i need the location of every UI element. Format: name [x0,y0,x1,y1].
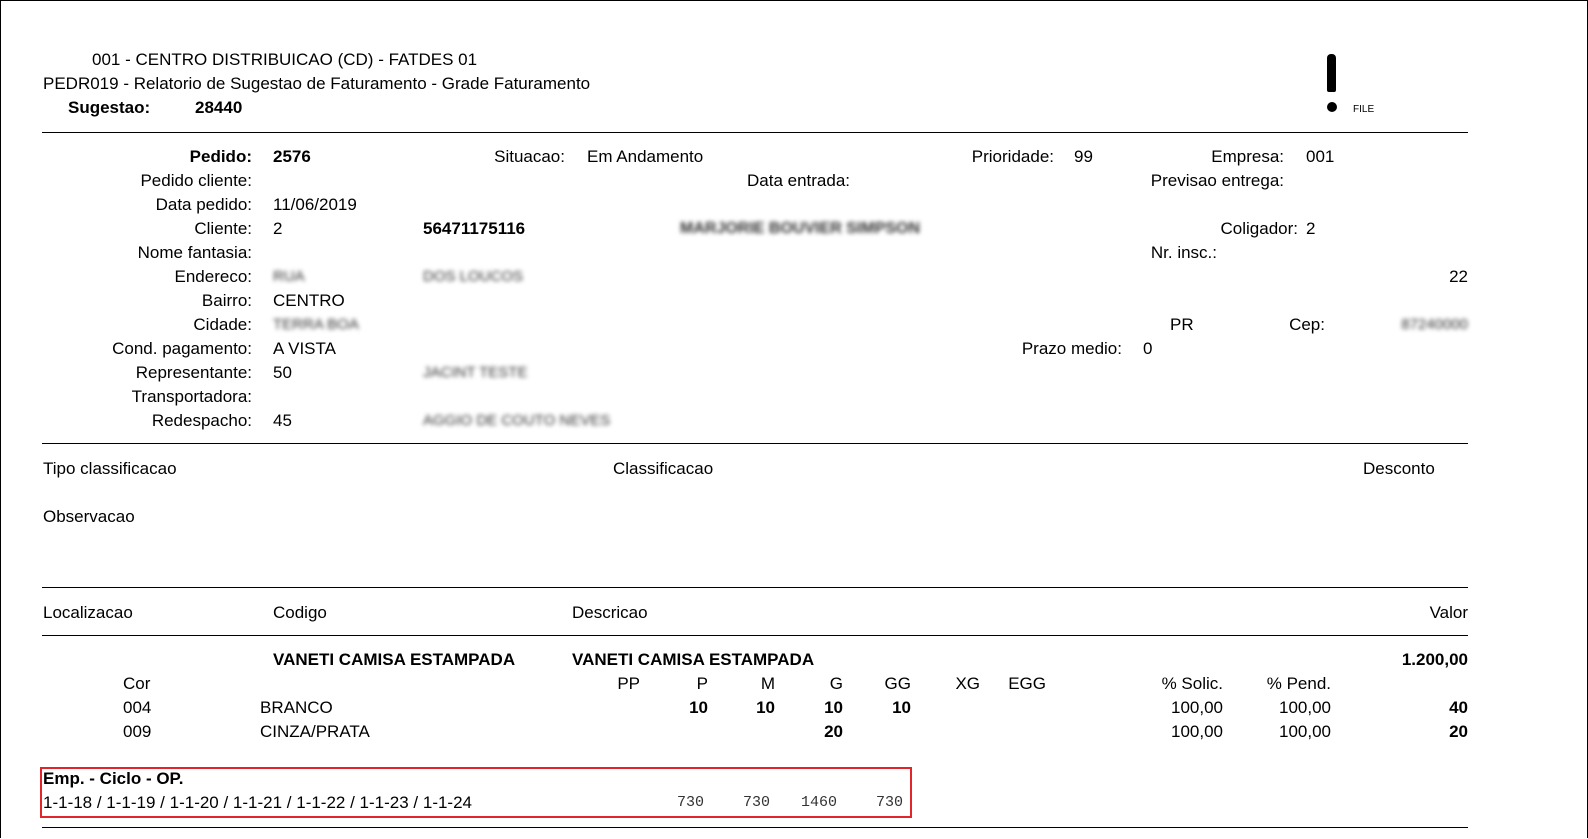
row-total: 40 [1449,698,1468,717]
divider [42,587,1468,588]
pedido-value: 2576 [273,147,311,166]
pend-header: % Pend. [1266,674,1331,693]
bairro-value: CENTRO [273,291,345,310]
size-qty: 10 [892,698,911,717]
report-title: PEDR019 - Relatorio de Sugestao de Fatur… [43,74,591,93]
pedido-label: Pedido: [189,147,252,166]
item-codigo: VANETI CAMISA ESTAMPADA [273,650,516,669]
prazo-medio-value: 0 [1143,339,1153,358]
cliente-nome: MARJORIE BOUVIER SIMPSON [680,220,921,237]
cliente-value: 2 [273,219,283,238]
op-total: 1460 [800,794,837,811]
solic-value: 100,00 [1171,698,1223,717]
divider [42,443,1468,444]
op-total: 730 [742,794,770,811]
size-header: G [829,674,843,693]
solic-header: % Solic. [1161,674,1223,693]
cliente-document: 56471175116 [423,219,526,238]
tipo-classificacao-label: Tipo classificacao [43,459,177,478]
representante-label: Representante: [135,363,252,382]
redespacho-nome: AGGIO DE COUTO NEVES [423,412,611,429]
redespacho-value: 45 [273,411,292,430]
color-name: BRANCO [260,698,333,717]
representante-value: 50 [273,363,292,382]
descricao-header: Descricao [572,603,648,622]
representante-nome: JACINT TESTE [423,364,528,381]
empresa-label: Empresa: [1211,147,1284,166]
coligador-label: Coligador: [1220,219,1299,238]
size-qty: 10 [824,698,843,717]
endereco-nome: DOS LOUCOS [423,268,524,285]
cond-pagamento-label: Cond. pagamento: [112,339,252,358]
op-list: 1-1-18 / 1-1-19 / 1-1-20 / 1-1-21 / 1-1-… [43,793,473,812]
nr-insc-label: Nr. insc.: [1150,243,1217,262]
cliente-label: Cliente: [194,219,252,238]
sugestao-value: 28440 [195,98,243,117]
pedido-cliente-label: Pedido cliente: [140,171,252,190]
color-name: CINZA/PRATA [260,722,370,741]
exclamation-icon [1326,54,1338,116]
divider [42,827,1468,828]
sugestao-label: Sugestao: [68,98,151,117]
row-total: 20 [1449,722,1468,741]
data-pedido-value: 11/06/2019 [273,195,357,214]
cidade-value: TERRA BOA [273,316,359,333]
desconto-label: Desconto [1363,459,1435,478]
cep-label: Cep: [1289,315,1325,334]
classificacao-label: Classificacao [613,459,714,478]
item-valor: 1.200,00 [1401,650,1468,669]
size-header: XG [955,674,980,693]
solic-value: 100,00 [1171,722,1223,741]
op-title: Emp. - Ciclo - OP. [43,769,184,788]
file-label: FILE [1353,104,1375,115]
size-header: M [760,674,775,693]
previsao-entrega-label: Previsao entrega: [1150,171,1284,190]
item-descricao: VANETI CAMISA ESTAMPADA [572,650,815,669]
cor-header: Cor [123,674,151,693]
size-header: GG [884,674,911,693]
pend-value: 100,00 [1279,722,1331,741]
prioridade-label: Prioridade: [971,147,1054,166]
company-line: 001 - CENTRO DISTRIBUICAO (CD) - FATDES … [92,50,478,69]
data-entrada-label: Data entrada: [746,171,850,190]
size-qty: 10 [689,698,708,717]
redespacho-label: Redespacho: [151,411,252,430]
size-qty: 20 [824,722,843,741]
color-code: 004 [123,698,152,717]
op-total: 730 [875,794,903,811]
bairro-label: Bairro: [201,291,252,310]
size-header: P [696,674,708,693]
localizacao-header: Localizacao [43,603,133,622]
coligador-value: 2 [1306,219,1316,238]
nome-fantasia-label: Nome fantasia: [137,243,252,262]
endereco-label: Endereco: [174,267,253,286]
size-header: PP [617,674,640,693]
divider [42,635,1468,636]
codigo-header: Codigo [273,603,327,622]
situacao-value: Em Andamento [587,147,704,166]
empresa-value: 001 [1306,147,1335,166]
color-code: 009 [123,722,152,741]
cep-value: 87240000 [1401,316,1468,333]
size-qty: 10 [756,698,775,717]
prioridade-value: 99 [1074,147,1093,166]
prazo-medio-label: Prazo medio: [1021,339,1122,358]
endereco-tipo: RUA [273,268,305,285]
observacao-label: Observacao [43,507,135,526]
uf-value: PR [1170,315,1194,334]
op-total: 730 [676,794,704,811]
data-pedido-label: Data pedido: [155,195,252,214]
divider [42,132,1468,133]
cidade-label: Cidade: [193,315,252,334]
pend-value: 100,00 [1279,698,1331,717]
situacao-label: Situacao: [494,147,565,166]
valor-header: Valor [1429,603,1468,622]
size-header: EGG [1008,674,1046,693]
cond-pagamento-value: A VISTA [273,339,336,358]
transportadora-label: Transportadora: [131,387,252,406]
endereco-numero: 22 [1449,267,1468,286]
